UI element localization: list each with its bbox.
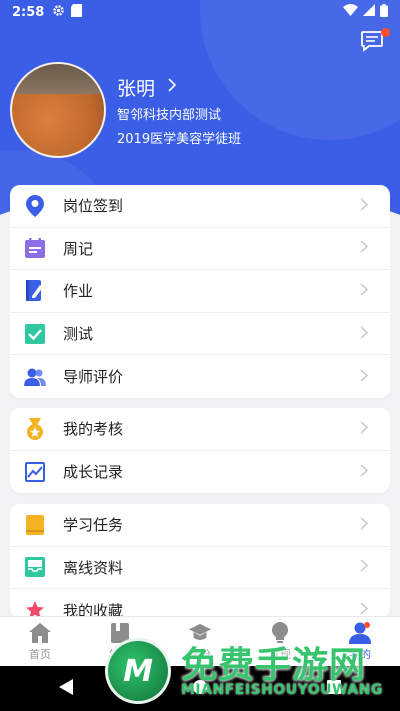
inbox-icon — [24, 556, 46, 578]
avatar[interactable] — [10, 62, 106, 158]
nav-mine[interactable]: 我的 — [320, 617, 400, 666]
menu-item-learning-tasks[interactable]: 学习任务 — [10, 504, 390, 547]
wifi-icon — [343, 4, 358, 20]
calendar-note-icon — [24, 237, 46, 259]
message-icon — [360, 31, 384, 56]
chevron-right-icon — [360, 420, 369, 438]
menu-item-label: 离线资料 — [63, 558, 124, 577]
status-time: 2:58 — [12, 4, 45, 20]
menu-item-growth-record[interactable]: 成长记录 — [10, 451, 390, 494]
chevron-right-icon — [167, 77, 177, 98]
menu-item-my-assessment[interactable]: 我的考核 — [10, 408, 390, 451]
bottom-navigation: 首页 学习 学分 发现 我的 — [0, 616, 400, 666]
location-pin-icon — [24, 194, 46, 217]
home-icon — [29, 622, 51, 644]
unread-badge — [381, 28, 390, 37]
medal-icon — [24, 417, 46, 440]
nav-learning[interactable]: 学习 — [80, 617, 160, 666]
chevron-right-icon — [360, 325, 369, 343]
nav-label: 我的 — [349, 647, 371, 661]
chevron-right-icon — [360, 197, 369, 215]
menu-item-label: 我的考核 — [63, 420, 124, 439]
profile-organization: 智邻科技内部测试 — [117, 108, 222, 123]
menu-item-test[interactable]: 测试 — [10, 313, 390, 356]
home-circle-icon[interactable] — [192, 679, 208, 699]
menu-card-assessment: 我的考核 成长记录 — [10, 408, 390, 494]
person-icon — [349, 621, 371, 644]
nav-label: 学分 — [189, 647, 211, 661]
back-icon[interactable] — [59, 678, 74, 699]
menu-item-checkin[interactable]: 岗位签到 — [10, 185, 390, 228]
menu-item-favorites[interactable]: 我的收藏 — [10, 589, 390, 618]
profile-name: 张明 — [117, 78, 156, 100]
nav-home[interactable]: 首页 — [0, 617, 80, 666]
menu-item-label: 学习任务 — [63, 516, 124, 535]
book-icon — [109, 622, 131, 644]
menu-item-label: 作业 — [63, 282, 94, 301]
checkbox-icon — [24, 323, 46, 345]
menu-card-tasks: 岗位签到 周记 作业 测试 导师评价 — [10, 185, 390, 398]
battery-icon — [380, 3, 388, 21]
chevron-right-icon — [360, 558, 369, 576]
nav-label: 学习 — [109, 647, 131, 661]
profile-class: 2019医学美容学徒班 — [117, 132, 242, 147]
chevron-right-icon — [360, 463, 369, 481]
sd-card-icon — [71, 3, 83, 21]
nav-label: 首页 — [29, 647, 51, 661]
system-navigation-bar — [0, 666, 400, 711]
recents-icon[interactable] — [326, 679, 341, 698]
profile-name-link[interactable]: 张明 — [117, 74, 177, 101]
messages-button[interactable] — [360, 28, 390, 56]
signal-icon — [363, 4, 375, 20]
menu-item-label: 周记 — [63, 239, 94, 258]
settings-gear-icon — [52, 4, 65, 21]
trend-chart-icon — [24, 461, 46, 483]
menu-item-homework[interactable]: 作业 — [10, 270, 390, 313]
menu-item-label: 导师评价 — [63, 368, 124, 387]
chevron-right-icon — [360, 368, 369, 386]
menu-item-label: 测试 — [63, 325, 94, 344]
users-icon — [24, 366, 46, 388]
lightbulb-icon — [269, 621, 291, 644]
chevron-right-icon — [360, 239, 369, 257]
menu-item-weekly-journal[interactable]: 周记 — [10, 228, 390, 271]
menu-card-learning: 学习任务 离线资料 我的收藏 — [10, 504, 390, 618]
menu-item-label: 岗位签到 — [63, 197, 124, 216]
menu-item-offline-materials[interactable]: 离线资料 — [10, 547, 390, 590]
book-icon — [24, 514, 46, 536]
nav-label: 发现 — [269, 647, 291, 661]
notebook-pen-icon — [24, 280, 46, 302]
graduation-cap-icon — [189, 622, 211, 644]
chevron-right-icon — [360, 282, 369, 300]
nav-credits[interactable]: 学分 — [160, 617, 240, 666]
nav-discover[interactable]: 发现 — [240, 617, 320, 666]
chevron-right-icon — [360, 516, 369, 534]
status-bar: 2:58 — [0, 0, 400, 24]
menu-item-mentor-review[interactable]: 导师评价 — [10, 355, 390, 398]
menu-item-label: 成长记录 — [63, 463, 124, 482]
